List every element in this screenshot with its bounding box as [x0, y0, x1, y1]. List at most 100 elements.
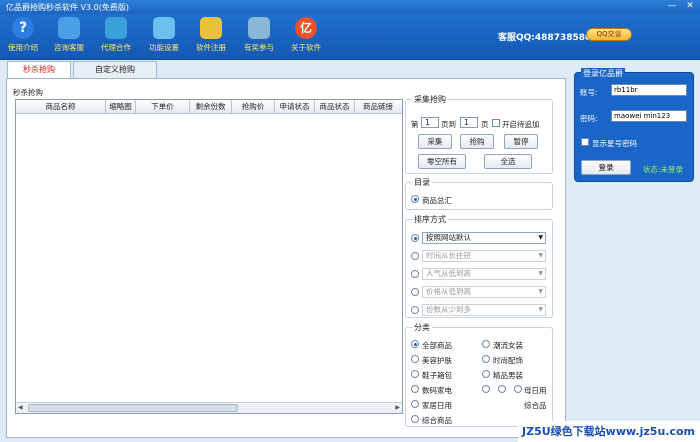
select-all-button[interactable]: 全选 — [484, 154, 532, 169]
tool-prize[interactable]: 有奖参与 — [236, 17, 282, 53]
col-apply-status[interactable]: 申请状态 — [275, 100, 315, 114]
sort-radio[interactable] — [411, 288, 419, 296]
catalog-group: 目录 商品总汇 — [405, 177, 553, 210]
chevron-down-icon: ▼ — [538, 288, 543, 295]
col-remaining[interactable]: 剩余份数 — [190, 100, 232, 114]
category-radio[interactable] — [482, 355, 490, 363]
toolbar: ? 使用介绍 咨询客服 代理合作 功能设置 软件注册 有奖参与 亿 关于软件 客… — [0, 14, 700, 60]
category-radio[interactable] — [411, 415, 419, 423]
sort-radio[interactable] — [411, 306, 419, 314]
tool-register[interactable]: 软件注册 — [188, 17, 234, 53]
keys-icon — [200, 17, 222, 39]
sort-radio[interactable] — [411, 270, 419, 278]
horizontal-scrollbar[interactable]: ◀ ▶ — [16, 402, 402, 413]
category-label: 潮流女装 — [493, 341, 523, 350]
collect-group-label: 采集抢购 — [412, 94, 448, 105]
watermark: JZ5U绿色下载站www.jz5u.com — [518, 421, 700, 442]
sort-radio[interactable] — [411, 234, 419, 242]
login-group-label: 登录亿品爵 — [581, 68, 625, 79]
service-qq: 客服QQ:488738580 — [498, 33, 592, 43]
sort-select-time: 时间从长往短 ▼ — [422, 250, 546, 262]
enable-wait-label: 开启待追加 — [502, 120, 540, 129]
users-icon — [248, 17, 270, 39]
chevron-down-icon: ▼ — [538, 306, 543, 313]
sort-radio[interactable] — [411, 252, 419, 260]
scroll-thumb[interactable] — [28, 404, 238, 412]
col-product-status[interactable]: 商品状态 — [315, 100, 355, 114]
tool-label: 咨询客服 — [54, 43, 84, 52]
sort-group-label: 排序方式 — [412, 214, 448, 225]
login-status: 状态:未登录 — [643, 165, 684, 174]
category-radio[interactable] — [411, 385, 419, 393]
product-table[interactable]: 商品名称 缩略图 下单价 剩余份数 抢购价 申请状态 商品状态 商品链接 ◀ ▶ — [15, 99, 403, 414]
col-thumbnail[interactable]: 缩略图 — [106, 100, 136, 114]
enable-wait-checkbox[interactable] — [492, 119, 500, 127]
minimize-button[interactable]: — — [664, 1, 680, 12]
scroll-left-icon[interactable]: ◀ — [18, 404, 23, 411]
collect-button[interactable]: 采集 — [418, 134, 452, 149]
col-product-link[interactable]: 商品链接 — [355, 100, 402, 114]
show-password-checkbox[interactable] — [581, 138, 589, 146]
close-button[interactable]: ✕ — [682, 1, 698, 12]
tool-label: 功能设置 — [149, 43, 179, 52]
qq-chat-button[interactable]: QQ交谈 — [586, 28, 632, 41]
tab-custom-buy[interactable]: 自定义抢购 — [73, 61, 157, 78]
category-radio[interactable] — [482, 340, 490, 348]
category-radio[interactable] — [482, 370, 490, 378]
help-icon: ? — [12, 17, 34, 39]
scroll-right-icon[interactable]: ▶ — [395, 404, 400, 411]
login-button[interactable]: 登录 — [581, 160, 631, 175]
window-title: 亿品爵抢购秒杀软件 V3.0(免费版) — [6, 3, 129, 12]
password-label: 密码: — [580, 114, 598, 123]
tool-label: 代理合作 — [101, 43, 131, 52]
sort-group: 排序方式 按照网站默认 ▼ 时间从长往短 ▼ 人气从低到高 ▼ 价格从低到高 ▼ 份数从… — [405, 214, 553, 318]
category-radio[interactable] — [411, 370, 419, 378]
page-suffix: 页 — [481, 120, 489, 129]
buy-button[interactable]: 抢购 — [460, 134, 494, 149]
tool-agency[interactable]: 代理合作 — [93, 17, 139, 53]
category-radio[interactable] — [498, 385, 506, 393]
account-input[interactable] — [611, 84, 687, 96]
tool-about[interactable]: 亿 关于软件 — [283, 17, 329, 53]
tool-label: 有奖参与 — [244, 43, 274, 52]
sort-select-value: 按照网站默认 — [426, 233, 471, 242]
category-label: 综合商品 — [422, 416, 452, 425]
tool-usage-guide[interactable]: ? 使用介绍 — [0, 17, 46, 53]
category-radio[interactable] — [411, 400, 419, 408]
tool-consult-service[interactable]: 咨询客服 — [46, 17, 92, 53]
sort-select-value: 时间从长往短 — [426, 251, 471, 260]
network-icon — [105, 17, 127, 39]
main-panel: 秒杀抢购 商品名称 缩略图 下单价 剩余份数 抢购价 申请状态 商品状态 商品链… — [6, 78, 566, 438]
page-to-input[interactable]: 1 — [460, 117, 478, 128]
monitor-icon — [153, 17, 175, 39]
clear-all-button[interactable]: 零空所有 — [418, 154, 466, 169]
sort-select-count: 份数从少到多 ▼ — [422, 304, 546, 316]
category-radio[interactable] — [482, 385, 490, 393]
sort-select-value: 份数从少到多 — [426, 305, 471, 314]
password-input[interactable] — [611, 110, 687, 122]
category-label: 母日用 — [524, 386, 547, 395]
show-password-label: 显示星号密码 — [592, 139, 637, 148]
table-header: 商品名称 缩略图 下单价 剩余份数 抢购价 申请状态 商品状态 商品链接 — [16, 100, 402, 114]
category-label: 全部商品 — [422, 341, 452, 350]
watermark-text: JZ5U绿色下载站www.jz5u.com — [522, 425, 695, 438]
pause-button[interactable]: 暂停 — [504, 134, 538, 149]
tab-flash-sale[interactable]: 秒杀抢购 — [7, 61, 71, 79]
catalog-group-label: 目录 — [412, 177, 432, 188]
sort-select-popularity: 人气从低到高 ▼ — [422, 268, 546, 280]
tool-settings[interactable]: 功能设置 — [141, 17, 187, 53]
page-from-input[interactable]: 1 — [421, 117, 439, 128]
col-order-price[interactable]: 下单价 — [136, 100, 190, 114]
category-radio[interactable] — [411, 355, 419, 363]
category-group: 分类 全部商品 美容护肤 鞋子箱包 数码家电 家居日用 综合商品 潮流女装 时尚… — [405, 322, 553, 427]
category-radio[interactable] — [411, 340, 419, 348]
sort-select-default[interactable]: 按照网站默认 ▼ — [422, 232, 546, 244]
page-to-label: 页到 — [441, 120, 456, 129]
category-radio[interactable] — [514, 385, 522, 393]
category-label: 精品男装 — [493, 371, 523, 380]
col-product-name[interactable]: 商品名称 — [16, 100, 106, 114]
catalog-radio[interactable] — [411, 195, 419, 203]
col-sale-price[interactable]: 抢购价 — [232, 100, 275, 114]
sort-select-value: 价格从低到高 — [426, 287, 471, 296]
page-prefix: 第 — [411, 120, 419, 129]
